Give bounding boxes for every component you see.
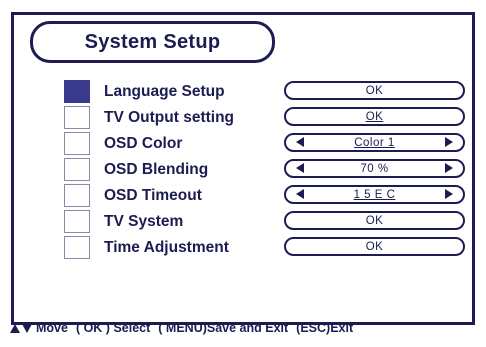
checkbox-osd-timeout[interactable]	[64, 184, 90, 207]
page-title: System Setup	[84, 30, 221, 53]
ok-button-tv-system[interactable]: OK	[284, 211, 465, 230]
label-tv-output-setting: TV Output setting	[104, 109, 235, 126]
checkbox-language-setup[interactable]	[64, 80, 90, 103]
selector-osd-blending[interactable]: 70 %	[284, 159, 465, 178]
checkbox-tv-output-setting[interactable]	[64, 106, 90, 129]
up-arrow-icon	[10, 323, 20, 333]
label-time-adjustment: Time Adjustment	[104, 239, 229, 256]
label-language-setup: Language Setup	[104, 83, 225, 100]
checkbox-tv-system[interactable]	[64, 210, 90, 233]
label-osd-color: OSD Color	[104, 135, 183, 152]
label-osd-blending: OSD Blending	[104, 161, 209, 178]
menu-row-language-setup[interactable]: Language Setup OK	[52, 80, 472, 105]
title-pill: System Setup	[30, 21, 275, 63]
menu-row-osd-timeout[interactable]: OSD Timeout 1 5 E C	[52, 184, 472, 209]
help-save-exit: ( MENU)Save and Exit	[158, 321, 289, 335]
label-osd-timeout: OSD Timeout	[104, 187, 202, 204]
value-language-setup: OK	[365, 84, 384, 97]
osd-screen: System Setup Language Setup OK TV Output…	[0, 0, 486, 347]
checkbox-osd-blending[interactable]	[64, 158, 90, 181]
menu-row-tv-output-setting[interactable]: TV Output setting OK	[52, 106, 472, 131]
ok-button-language-setup[interactable]: OK	[284, 81, 465, 100]
right-arrow-icon[interactable]	[445, 189, 453, 199]
value-osd-color: Color 1	[354, 136, 395, 149]
menu-row-osd-blending[interactable]: OSD Blending 70 %	[52, 158, 472, 183]
checkbox-time-adjustment[interactable]	[64, 236, 90, 259]
left-arrow-icon[interactable]	[296, 189, 304, 199]
help-move: Move	[36, 321, 68, 335]
label-tv-system: TV System	[104, 213, 184, 230]
menu-row-tv-system[interactable]: TV System OK	[52, 210, 472, 235]
menu-row-time-adjustment[interactable]: Time Adjustment OK	[52, 236, 472, 261]
value-tv-output-setting: OK	[365, 110, 384, 123]
ok-button-tv-output-setting[interactable]: OK	[284, 107, 465, 126]
value-osd-blending: 70 %	[360, 162, 389, 175]
selector-osd-color[interactable]: Color 1	[284, 133, 465, 152]
help-select: ( OK ) Select	[75, 321, 151, 335]
settings-menu: Language Setup OK TV Output setting OK O…	[52, 80, 472, 262]
left-arrow-icon[interactable]	[296, 137, 304, 147]
down-arrow-icon	[22, 323, 32, 333]
ok-button-time-adjustment[interactable]: OK	[284, 237, 465, 256]
value-tv-system: OK	[365, 214, 384, 227]
value-time-adjustment: OK	[365, 240, 384, 253]
checkbox-osd-color[interactable]	[64, 132, 90, 155]
right-arrow-icon[interactable]	[445, 163, 453, 173]
left-arrow-icon[interactable]	[296, 163, 304, 173]
menu-row-osd-color[interactable]: OSD Color Color 1	[52, 132, 472, 157]
selector-osd-timeout[interactable]: 1 5 E C	[284, 185, 465, 204]
right-arrow-icon[interactable]	[445, 137, 453, 147]
value-osd-timeout: 1 5 E C	[353, 188, 396, 201]
help-exit: (ESC)Exit	[296, 321, 354, 335]
help-bar: Move ( OK ) Select ( MENU)Save and Exit …	[10, 318, 480, 338]
